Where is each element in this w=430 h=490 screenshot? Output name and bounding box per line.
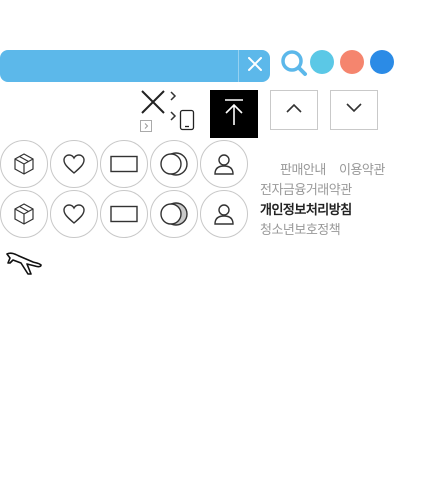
mobile-phone-icon[interactable] [179,109,195,131]
footer-link-sales-info[interactable]: 판매안내 [280,159,326,178]
rectangle-icon[interactable] [100,190,148,238]
heart-icon[interactable] [50,140,98,188]
chevron-right-icon [169,109,177,121]
color-dot-cyan [310,50,334,74]
user-icon[interactable] [200,190,248,238]
box-icon[interactable] [0,190,48,238]
close-icon[interactable] [140,89,166,115]
footer-link-privacy-policy[interactable]: 개인정보처리방침 [260,199,352,218]
search-clear-button[interactable] [238,50,270,82]
page-down-button[interactable] [330,90,378,130]
rectangle-icon[interactable] [100,140,148,188]
footer-link-e-finance-terms[interactable]: 전자금융거래약관 [260,179,352,198]
heart-icon[interactable] [50,190,98,238]
footer-link-terms[interactable]: 이용약관 [339,159,385,178]
toggle-circles-icon[interactable] [150,190,198,238]
user-icon[interactable] [200,140,248,188]
chevron-down-icon [345,101,363,119]
chevron-up-icon [285,101,303,119]
footer-link-youth-protection[interactable]: 청소년보호정책 [260,219,341,238]
search-input[interactable] [0,50,238,82]
page-up-button[interactable] [270,90,318,130]
airplane-icon [5,248,43,276]
box-icon[interactable] [0,140,48,188]
color-dot-coral [340,50,364,74]
close-icon [247,56,262,76]
expand-small-icon[interactable] [140,119,152,132]
search-icon[interactable] [280,49,308,77]
chevron-right-icon [169,89,177,101]
color-dot-blue [370,50,394,74]
toggle-circles-icon[interactable] [150,140,198,188]
arrow-to-top-icon [222,98,246,131]
scroll-top-button[interactable] [210,90,258,138]
